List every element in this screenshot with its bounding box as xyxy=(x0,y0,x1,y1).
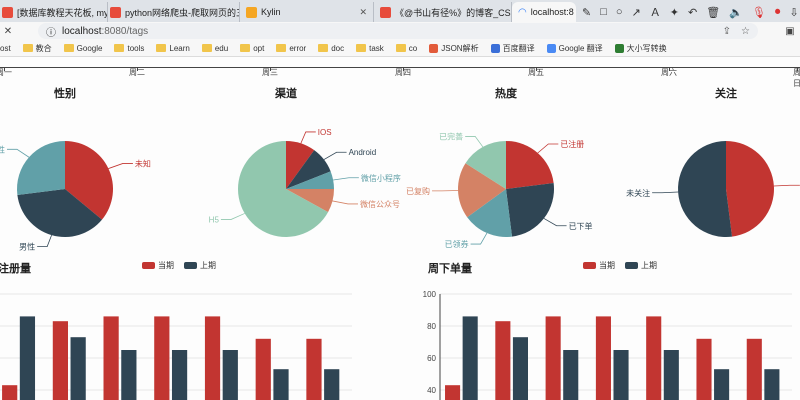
pie-leader-line[interactable] xyxy=(6,148,30,158)
weekly-orders-bar[interactable] xyxy=(613,350,629,400)
weekly-orders-bar[interactable] xyxy=(512,337,528,400)
pie-leader-line[interactable] xyxy=(543,218,567,227)
pie-leader-line[interactable] xyxy=(108,163,133,169)
registrations-bar[interactable] xyxy=(222,350,238,400)
pie-leader-line[interactable] xyxy=(465,136,484,148)
pie-slice[interactable] xyxy=(506,141,554,189)
pie-leader-line[interactable] xyxy=(300,131,316,144)
pie-label: 已复购 xyxy=(406,186,430,196)
pie-label: IOS xyxy=(318,128,332,137)
pie-slice[interactable] xyxy=(506,182,554,237)
pie-label: 微信公众号 xyxy=(360,199,400,209)
y-tick-label: 80 xyxy=(427,322,436,331)
weekly-orders-bar[interactable] xyxy=(595,316,611,400)
registrations-bar[interactable] xyxy=(324,369,340,400)
pie-label: Android xyxy=(349,148,377,157)
pie-label: 已完善 xyxy=(439,131,463,141)
y-tick-label: 60 xyxy=(427,354,436,363)
pie-label: 未关注 xyxy=(626,188,650,198)
pie-leader-line[interactable] xyxy=(323,151,347,160)
y-tick-label: 40 xyxy=(427,386,436,395)
weekly-orders-bar[interactable] xyxy=(764,369,780,400)
registrations-bar[interactable] xyxy=(306,338,322,400)
pie-label: 已领券 xyxy=(445,239,469,249)
registrations-bar[interactable] xyxy=(2,385,18,400)
pie-slice[interactable] xyxy=(726,141,775,237)
charts-canvas: 未知男性 女性 IOS Android 微信小程序微信公众号 H5 已注册已下单已领券 已复购… xyxy=(0,128,800,400)
pie-slice[interactable] xyxy=(678,141,733,237)
y-tick-label: 100 xyxy=(423,290,437,299)
registrations-bar[interactable] xyxy=(103,316,119,400)
registrations-bar[interactable] xyxy=(19,316,36,400)
pie-leader-line[interactable] xyxy=(773,184,800,187)
pie-leader-line[interactable] xyxy=(220,213,245,220)
registrations-bar[interactable] xyxy=(273,369,289,400)
pie-leader-line[interactable] xyxy=(537,143,559,154)
registrations-bar[interactable] xyxy=(154,316,170,400)
weekly-orders-bar[interactable] xyxy=(746,338,762,400)
pie-label: 已注册 xyxy=(560,139,584,149)
weekly-orders-bar[interactable] xyxy=(646,316,662,400)
registrations-bar[interactable] xyxy=(70,337,86,400)
pie-label: 男性 xyxy=(19,242,35,252)
pie-leader-line[interactable] xyxy=(470,232,488,245)
weekly-orders-bar[interactable] xyxy=(462,316,478,400)
registrations-bar[interactable] xyxy=(171,350,188,400)
weekly-orders-bar[interactable] xyxy=(545,316,561,400)
pie-label: H5 xyxy=(209,216,220,225)
pie-leader-line[interactable] xyxy=(652,191,679,194)
weekly-orders-bar[interactable] xyxy=(445,385,461,400)
weekly-orders-bar[interactable] xyxy=(696,338,712,400)
registrations-bar[interactable] xyxy=(255,338,271,400)
pie-slice[interactable] xyxy=(17,141,65,196)
pie-label: 女性 xyxy=(0,144,5,154)
weekly-orders-bar[interactable] xyxy=(663,350,679,400)
registrations-bar[interactable] xyxy=(204,316,221,400)
pie-label: 未知 xyxy=(135,158,151,168)
pie-leader-line[interactable] xyxy=(332,200,358,205)
pie-leader-line[interactable] xyxy=(37,234,52,248)
registrations-bar[interactable] xyxy=(52,321,68,400)
pie-label: 已下单 xyxy=(569,221,593,231)
weekly-orders-bar[interactable] xyxy=(495,321,511,400)
registrations-bar[interactable] xyxy=(121,350,137,400)
weekly-orders-bar[interactable] xyxy=(714,369,730,400)
pie-label: 微信小程序 xyxy=(361,173,401,183)
weekly-orders-bar[interactable] xyxy=(563,350,579,400)
pie-leader-line[interactable] xyxy=(333,177,359,181)
